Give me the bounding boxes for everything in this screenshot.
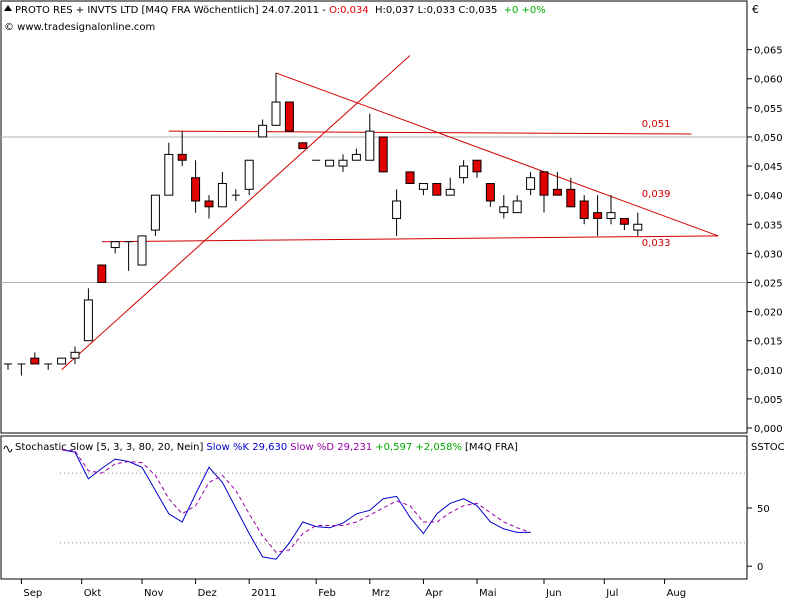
x-tick-label: Jun [545, 588, 562, 599]
x-tick-label: Sep [23, 588, 42, 599]
x-axis: Sep Okt Nov Dez 2011 Feb Mrz Apr Mai Jun Jul Aug [20, 579, 687, 599]
candle-body [191, 177, 201, 202]
candle-body [351, 153, 361, 161]
candle-body [97, 264, 107, 283]
price-tick-label: 0,060 [754, 75, 783, 86]
candle-body [472, 159, 482, 173]
candle-body [284, 101, 294, 132]
candle-body [30, 357, 40, 365]
price-tick-label: 0,025 [754, 278, 783, 289]
candle-body [338, 159, 348, 167]
x-tick-label: Apr [425, 588, 443, 599]
svg-text:Stochastic Slow [5, 3, 3, 80,: Stochastic Slow [5, 3, 3, 80, 20, Nein] S… [15, 442, 518, 453]
x-tick-label: Nov [144, 588, 164, 599]
hlc-values: H:0,037 L:0,033 C:0,035 [375, 5, 497, 16]
candle-body [512, 200, 522, 214]
price-panel [0, 0, 748, 434]
candle-body [392, 200, 402, 219]
candle-body [418, 183, 428, 190]
candle-body [271, 101, 281, 126]
candle-body [70, 351, 80, 359]
price-tick-label: 0,065 [754, 46, 783, 57]
candle-body [606, 212, 616, 219]
level-label: 0,039 [642, 189, 671, 200]
candle-body [499, 206, 509, 214]
currency-symbol: € [752, 3, 759, 16]
candle-body [204, 200, 214, 208]
indicator-panel [0, 435, 748, 580]
candle-body [405, 171, 415, 185]
candle-body [298, 142, 308, 150]
price-tick-label: 0,020 [754, 308, 783, 319]
price-tick-label: 0,050 [754, 133, 783, 144]
candle-body [378, 136, 388, 173]
stoch-y-axis: 0 50 [747, 504, 770, 573]
price-tick-label: 0,030 [754, 249, 783, 260]
price-tick-label: 0,010 [754, 366, 783, 377]
svg-text:PROTO RES + INVTS LTD [M4Q FRA: PROTO RES + INVTS LTD [M4Q FRA Wöchentli… [15, 5, 546, 16]
candle-body [83, 299, 93, 342]
price-tick-label: 0,000 [754, 424, 783, 435]
x-tick-label: Okt [84, 588, 102, 599]
candle-body [432, 183, 442, 196]
candle-body [258, 124, 268, 138]
x-tick-label: Aug [667, 588, 687, 599]
stoch-legend-item: [M4Q FRA] [465, 442, 518, 453]
stoch-tick-label: 0 [757, 562, 763, 573]
candle-body [619, 217, 629, 225]
candle-body [552, 188, 562, 196]
x-tick-label: Feb [318, 588, 336, 599]
instrument-title: PROTO RES + INVTS LTD [M4Q FRA Wöchentli… [15, 5, 326, 16]
x-tick-label: Mai [479, 588, 497, 599]
candle-body [566, 188, 576, 208]
candle-body [539, 171, 549, 196]
stoch-legend-item: Stochastic Slow [5, 3, 3, 80, 20, Nein] [15, 442, 204, 453]
candle-body [244, 159, 254, 190]
stoch-legend-item: Slow %D 29,231 [290, 442, 372, 453]
candle-body [177, 153, 187, 161]
candle-body [110, 241, 120, 249]
price-tick-label: 0,005 [754, 395, 783, 406]
change-value: +0 +0% [504, 5, 546, 16]
price-tick-label: 0,055 [754, 104, 783, 115]
candle-body [365, 130, 375, 161]
level-label: 0,033 [642, 238, 671, 249]
price-tick-label: 0,035 [754, 220, 783, 231]
price-tick-label: 0,040 [754, 191, 783, 202]
candle-body [150, 194, 160, 231]
watermark: © www.tradesignalonline.com [4, 22, 155, 33]
level-label: 0,051 [642, 119, 671, 130]
candle-body [633, 223, 643, 231]
candle-body [164, 153, 174, 196]
x-tick-label: Jul [605, 588, 618, 599]
candle-body [137, 235, 147, 266]
candle-body [485, 183, 495, 202]
stoch-tick-label: 50 [757, 504, 770, 515]
stoch-panel-label: SSTOC [751, 442, 785, 453]
candle-body [57, 357, 67, 365]
price-y-axis: 0,000 0,005 0,010 0,015 0,020 0,025 0,030 0,035… [747, 46, 783, 435]
candle-body [325, 159, 335, 167]
stoch-legend-item: Slow %K 29,630 [206, 442, 287, 453]
candle-body [445, 188, 455, 196]
candle-body [217, 183, 227, 208]
open-value: O:0,034 [329, 5, 369, 16]
x-tick-label: Mrz [372, 588, 390, 599]
candle-body [526, 177, 536, 190]
stoch-legend-item: +0,597 +2,058% [375, 442, 462, 453]
price-tick-label: 0,045 [754, 162, 783, 173]
stock-chart: PROTO RES + INVTS LTD [M4Q FRA Wöchentli… [0, 0, 785, 599]
x-tick-label: 2011 [251, 588, 276, 599]
x-tick-label: Dez [198, 588, 217, 599]
candle-body [459, 165, 469, 179]
candle-body [593, 212, 603, 219]
price-tick-label: 0,015 [754, 337, 783, 348]
candle-body [579, 200, 589, 219]
